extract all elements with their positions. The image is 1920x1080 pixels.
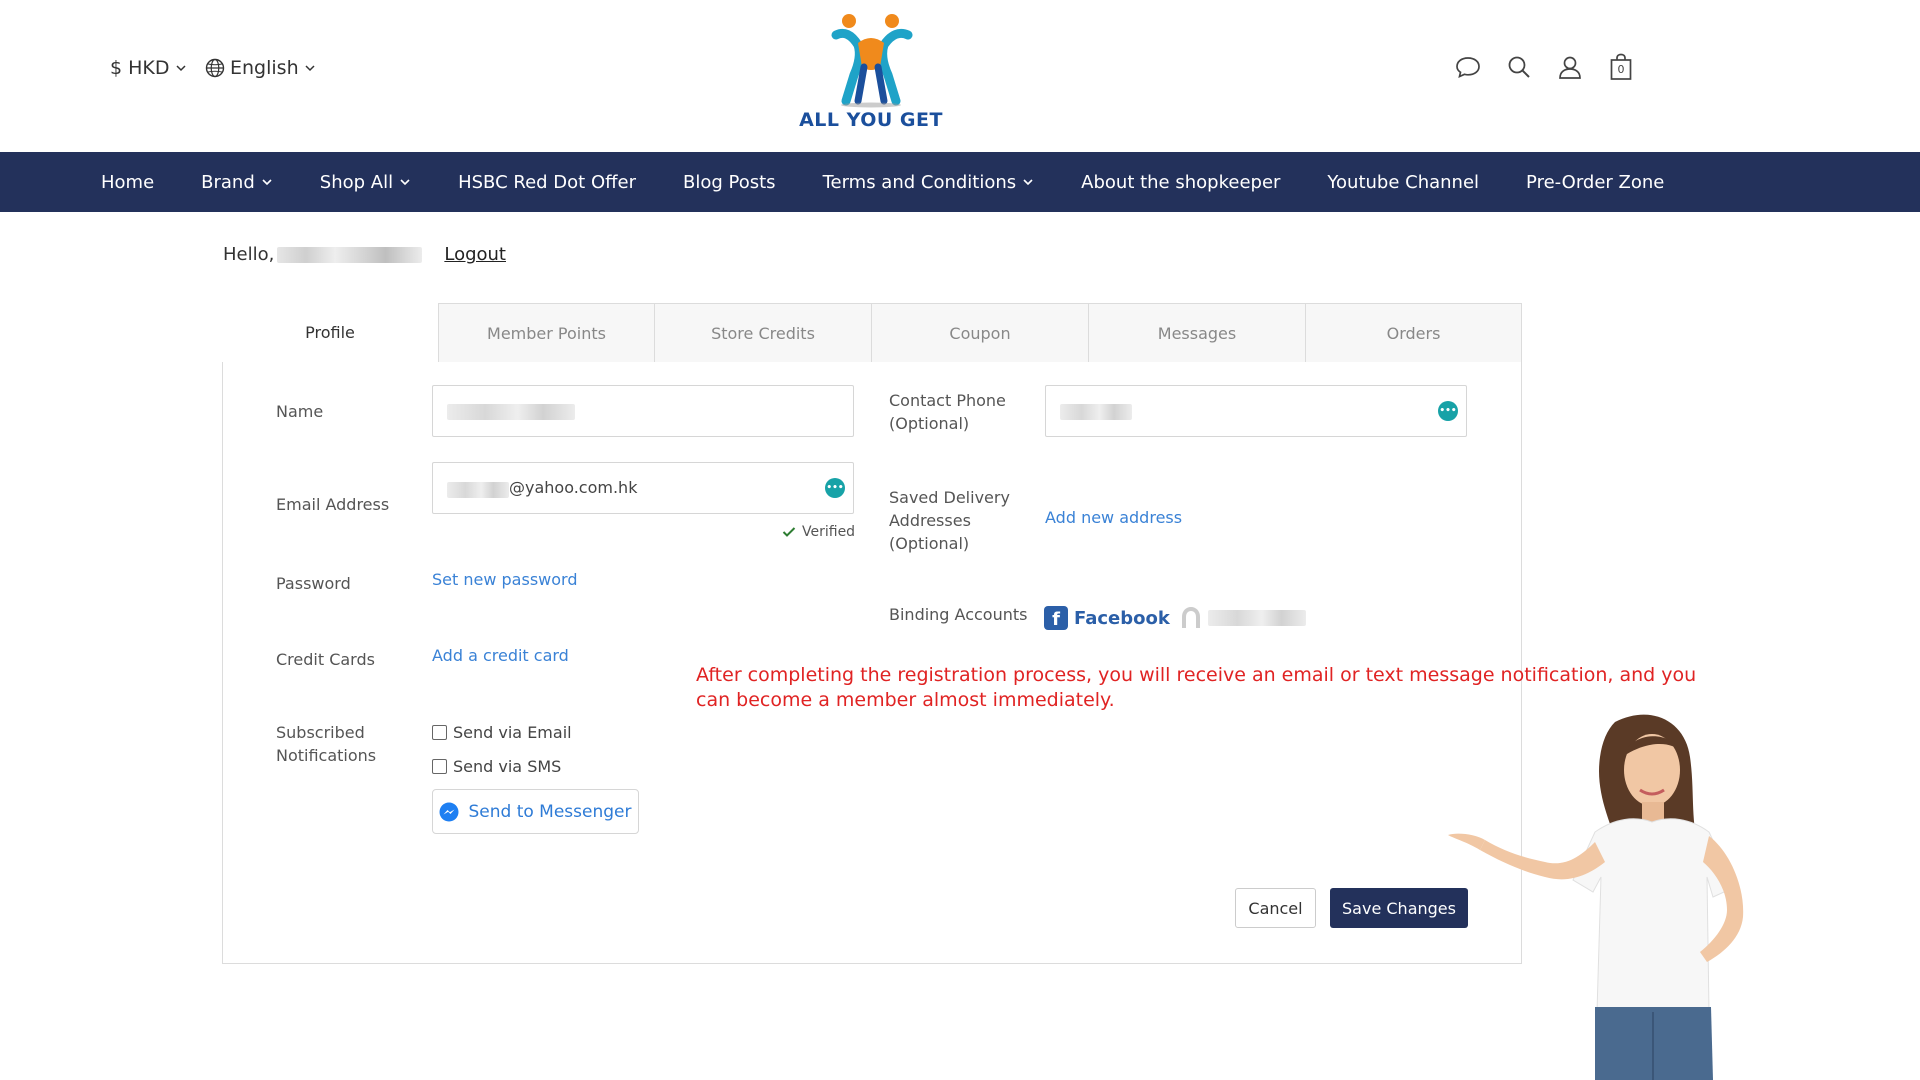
nav-hsbc-offer[interactable]: HSBC Red Dot Offer: [458, 172, 636, 193]
add-credit-card-link[interactable]: Add a credit card: [432, 646, 569, 665]
facebook-binding[interactable]: f Facebook: [1044, 606, 1306, 630]
send-email-option[interactable]: Send via Email: [432, 723, 572, 742]
send-email-checkbox[interactable]: [432, 725, 447, 740]
send-sms-checkbox[interactable]: [432, 759, 447, 774]
redacted-username: [277, 246, 423, 263]
nav-blog-posts-label: Blog Posts: [683, 171, 776, 193]
autofill-badge-icon[interactable]: •••: [825, 478, 845, 498]
checkmark-icon: [782, 527, 796, 537]
email-label: Email Address: [276, 495, 390, 514]
chat-icon[interactable]: [1455, 54, 1481, 80]
logo-figures: [831, 14, 913, 108]
verified-status: Verified: [782, 524, 855, 540]
password-label: Password: [276, 574, 351, 593]
account-avatar-icon: [1181, 606, 1200, 628]
user-icon[interactable]: [1557, 54, 1583, 80]
nav-pre-order-label: Pre-Order Zone: [1526, 171, 1665, 193]
currency-selector[interactable]: $ HKD: [110, 57, 187, 79]
notifications-label: Subscribed Notifications: [276, 721, 376, 767]
nav-youtube-label: Youtube Channel: [1327, 171, 1480, 193]
nav-blog-posts[interactable]: Blog Posts: [683, 172, 776, 193]
logo-text: ALL YOU GET: [799, 109, 943, 131]
redacted-name: [447, 404, 575, 420]
nav-home[interactable]: Home: [101, 172, 154, 193]
autofill-badge-icon[interactable]: •••: [1438, 401, 1458, 421]
messenger-icon: [439, 802, 459, 821]
language-selector[interactable]: English: [205, 57, 316, 79]
tab-member-points[interactable]: Member Points: [438, 303, 655, 362]
send-to-messenger-button[interactable]: Send to Messenger: [432, 789, 639, 834]
nav-youtube[interactable]: Youtube Channel: [1327, 172, 1479, 193]
redacted-phone: [1060, 404, 1132, 420]
binding-accounts-label: Binding Accounts: [889, 605, 1028, 624]
search-icon[interactable]: [1506, 54, 1532, 80]
chevron-down-icon: [262, 179, 272, 186]
nav-about-label: About the shopkeeper: [1081, 171, 1281, 193]
language-label: English: [230, 57, 299, 79]
nav-brand-label: Brand: [201, 171, 255, 193]
email-field[interactable]: @yahoo.com.hk •••: [432, 462, 854, 514]
nav-terms-label: Terms and Conditions: [822, 171, 1017, 193]
chevron-down-icon: [305, 65, 315, 72]
main-nav: Home Brand Shop All HSBC Red Dot Offer B…: [0, 152, 1920, 212]
cancel-button[interactable]: Cancel: [1235, 888, 1316, 928]
nav-pre-order[interactable]: Pre-Order Zone: [1526, 172, 1664, 193]
greeting: Hello, Logout: [223, 244, 506, 265]
tab-messages[interactable]: Messages: [1089, 303, 1306, 362]
contact-phone-field[interactable]: •••: [1045, 385, 1467, 437]
cart-icon[interactable]: 0: [1608, 53, 1634, 80]
redacted-account-name: [1207, 610, 1306, 626]
chevron-down-icon: [400, 179, 410, 186]
promo-person-image: [1448, 714, 1744, 1080]
facebook-icon: f: [1044, 606, 1068, 630]
chevron-down-icon: [175, 65, 186, 72]
nav-terms[interactable]: Terms and Conditions: [823, 172, 1035, 193]
nav-shop-all-label: Shop All: [319, 171, 394, 193]
nav-shop-all[interactable]: Shop All: [320, 172, 411, 193]
email-domain: @yahoo.com.hk: [509, 478, 638, 497]
messenger-label: Send to Messenger: [468, 801, 632, 822]
logout-link[interactable]: Logout: [444, 244, 506, 265]
hello-label: Hello,: [223, 244, 275, 265]
currency-label: $ HKD: [110, 57, 170, 79]
globe-icon: [205, 58, 225, 78]
add-address-link[interactable]: Add new address: [1045, 508, 1182, 527]
saved-addresses-line1: Saved Delivery: [889, 488, 1010, 507]
nav-brand[interactable]: Brand: [201, 172, 273, 193]
name-field[interactable]: [432, 385, 854, 437]
tab-store-credits[interactable]: Store Credits: [655, 303, 872, 362]
tab-orders[interactable]: Orders: [1306, 303, 1522, 362]
chevron-down-icon: [1023, 179, 1033, 186]
notifications-label-line2: Notifications: [276, 746, 377, 765]
nav-about[interactable]: About the shopkeeper: [1081, 172, 1280, 193]
redacted-email-user: [447, 482, 509, 498]
name-label: Name: [276, 402, 324, 421]
tab-profile[interactable]: Profile: [222, 303, 438, 362]
registration-notice: After completing the registration proces…: [696, 664, 1697, 711]
set-password-link[interactable]: Set new password: [432, 570, 577, 589]
nav-home-label: Home: [101, 171, 155, 193]
header-icons: 0: [1455, 53, 1634, 80]
nav-hsbc-offer-label: HSBC Red Dot Offer: [458, 171, 636, 193]
site-header: $ HKD English ALL YOU GET 0: [0, 0, 1920, 152]
tab-coupon[interactable]: Coupon: [872, 303, 1089, 362]
verified-label: Verified: [802, 524, 856, 540]
notifications-label-line1: Subscribed: [276, 723, 365, 742]
saved-addresses-line3: (Optional): [889, 534, 970, 553]
send-email-label: Send via Email: [453, 723, 572, 742]
facebook-label: Facebook: [1074, 607, 1170, 629]
account-tabs: Profile Member Points Store Credits Coup…: [222, 303, 1522, 362]
saved-addresses-line2: Addresses: [889, 511, 971, 530]
contact-phone-line1: Contact Phone: [889, 391, 1006, 410]
credit-cards-label: Credit Cards: [276, 650, 375, 669]
contact-phone-label: Contact Phone (Optional): [889, 389, 1006, 435]
site-logo[interactable]: ALL YOU GET: [796, 5, 946, 135]
send-sms-label: Send via SMS: [453, 757, 562, 776]
contact-phone-line2: (Optional): [889, 414, 970, 433]
saved-addresses-label: Saved Delivery Addresses (Optional): [889, 486, 1010, 555]
send-sms-option[interactable]: Send via SMS: [432, 757, 561, 776]
cart-count: 0: [1617, 63, 1625, 76]
